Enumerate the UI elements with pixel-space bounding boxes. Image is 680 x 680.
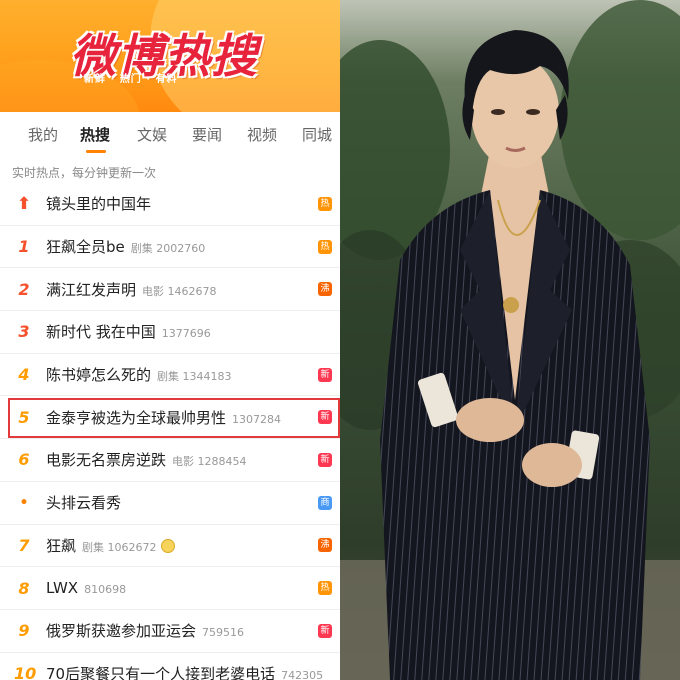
- topic-title: 头排云看秀: [46, 492, 121, 513]
- topic-text: 新时代 我在中国: [46, 323, 156, 342]
- rank-number: 7: [18, 535, 30, 555]
- topic-text: 陈书婷怎么死的: [46, 366, 152, 385]
- hot-search-row[interactable]: 6 电影无名票房逆跌 电影 1288454 新: [0, 439, 340, 482]
- hot-search-row[interactable]: 4 陈书婷怎么死的 剧集 1344183 新: [0, 354, 340, 397]
- hot-search-row[interactable]: 9 俄罗斯获邀参加亚运会 759516 新: [0, 610, 340, 653]
- tab-local[interactable]: 同城: [302, 124, 332, 145]
- status-badge: 新: [318, 452, 332, 467]
- topic-heat-count: 剧集 2002760: [130, 242, 206, 256]
- topic-title: 电影无名票房逆跌 电影 1288454: [46, 449, 247, 470]
- status-badge: 商: [318, 495, 332, 510]
- topic-heat-count: 1307284: [232, 412, 282, 426]
- topic-title: 狂飙全员be 剧集 2002760: [46, 236, 205, 257]
- topic-title: 满江红发声明 电影 1462678: [46, 279, 217, 300]
- hot-search-list: ⬆ 镜头里的中国年热 1 狂飙全员be 剧集 2002760 热 2 满江红发声明 电影 146…: [0, 183, 340, 680]
- pendant: [503, 297, 519, 313]
- topic-text: 镜头里的中国年: [46, 195, 152, 214]
- status-badge: 热: [318, 196, 332, 211]
- rank-number: 3: [18, 322, 30, 342]
- rank-number: 9: [18, 621, 30, 641]
- rank-number: •: [19, 494, 29, 511]
- hot-search-row[interactable]: 1 狂飙全员be 剧集 2002760 热: [0, 226, 340, 269]
- crying-emoji-icon: [160, 538, 175, 553]
- status-badge: 新: [318, 410, 332, 425]
- topic-title: 俄罗斯获邀参加亚运会 759516: [46, 620, 244, 641]
- weibo-hot-search-panel: 微博热搜 新鲜 · 热门 · 有料 我的 热搜 文娱 要闻 视频 同城 实时热点…: [0, 0, 340, 680]
- portrait-photo: [340, 0, 680, 680]
- hot-search-row[interactable]: 3 新时代 我在中国 1377696: [0, 311, 340, 354]
- topic-title: 新时代 我在中国 1377696: [46, 321, 211, 342]
- status-badge: 新: [318, 367, 332, 382]
- left-hand: [456, 398, 524, 442]
- topic-heat-count: 810698: [84, 583, 127, 597]
- hot-search-banner: 微博热搜 新鲜 · 热门 · 有料: [0, 0, 340, 112]
- topic-title: 镜头里的中国年: [46, 193, 151, 214]
- hot-search-row[interactable]: 8 LWX 810698 热: [0, 567, 340, 610]
- tab-hot-search[interactable]: 热搜: [80, 124, 110, 145]
- portrait-illustration: [340, 0, 680, 680]
- topic-text: 满江红发声明: [46, 280, 137, 299]
- topic-text: 头排云看秀: [46, 494, 122, 513]
- topic-title: 狂飙 剧集 1062672: [46, 535, 175, 556]
- weibo-hot-search-logo: 微博热搜 新鲜 · 热门 · 有料: [70, 20, 258, 86]
- rank-number: 10: [14, 663, 37, 680]
- topic-text: 70后聚餐只有一个人接到老婆电话: [46, 664, 276, 680]
- status-badge: 热: [318, 581, 332, 596]
- topic-heat-count: 电影 1462678: [142, 284, 217, 298]
- topic-text: 金泰亨被选为全球最帅男性: [46, 408, 227, 427]
- topic-heat-count: 1377696: [161, 327, 211, 341]
- status-badge: 热: [318, 239, 332, 254]
- hot-search-row[interactable]: 7 狂飙 剧集 1062672 沸: [0, 525, 340, 568]
- hot-search-row[interactable]: 5 金泰亨被选为全球最帅男性 1307284 新: [0, 396, 340, 440]
- active-tab-indicator: [86, 150, 106, 153]
- status-badge: 沸: [318, 538, 332, 553]
- topic-text: 俄罗斯获邀参加亚运会: [46, 622, 197, 641]
- status-badge: 新: [318, 623, 332, 638]
- hot-search-row[interactable]: • 头排云看秀 商: [0, 482, 340, 525]
- topic-title: 陈书婷怎么死的 剧集 1344183: [46, 364, 232, 385]
- rank-number: 2: [18, 279, 30, 299]
- tab-mine[interactable]: 我的: [28, 124, 58, 145]
- status-badge: 沸: [318, 282, 332, 297]
- rank-number: 5: [18, 407, 30, 427]
- rank-number: 4: [18, 365, 30, 385]
- topic-heat-count: 剧集 1062672: [82, 540, 157, 554]
- category-tabs: 我的 热搜 文娱 要闻 视频 同城: [0, 118, 340, 152]
- topic-text: 狂飙: [46, 536, 77, 555]
- tab-video[interactable]: 视频: [247, 124, 277, 145]
- rank-number: 8: [18, 578, 30, 598]
- rank-number: 6: [18, 450, 30, 470]
- tab-news[interactable]: 要闻: [192, 124, 222, 145]
- topic-text: LWX: [46, 579, 79, 598]
- hot-search-row[interactable]: 10 70后聚餐只有一个人接到老婆电话 742305: [0, 653, 340, 680]
- topic-text: 狂飙全员be: [46, 238, 125, 257]
- pin-up-arrow-icon: ⬆: [16, 193, 32, 214]
- refresh-note: 实时热点，每分钟更新一次: [12, 166, 157, 180]
- topic-heat-count: 742305: [281, 668, 324, 680]
- topic-title: LWX 810698: [46, 579, 126, 597]
- right-hand: [522, 443, 582, 487]
- hot-search-row[interactable]: ⬆ 镜头里的中国年 热: [0, 183, 340, 226]
- topic-text: 电影无名票房逆跌: [46, 451, 167, 470]
- rank-number: 1: [18, 237, 30, 257]
- hot-search-row[interactable]: 2 满江红发声明 电影 1462678 沸: [0, 268, 340, 312]
- topic-title: 70后聚餐只有一个人接到老婆电话 742305: [46, 663, 323, 680]
- tab-entertainment[interactable]: 文娱: [137, 124, 167, 145]
- topic-heat-count: 电影 1288454: [172, 455, 247, 469]
- topic-heat-count: 759516: [202, 626, 245, 640]
- logo-tagline: 新鲜 · 热门 · 有料: [84, 74, 178, 85]
- topic-heat-count: 剧集 1344183: [157, 370, 232, 384]
- topic-title: 金泰亨被选为全球最帅男性 1307284: [46, 407, 281, 428]
